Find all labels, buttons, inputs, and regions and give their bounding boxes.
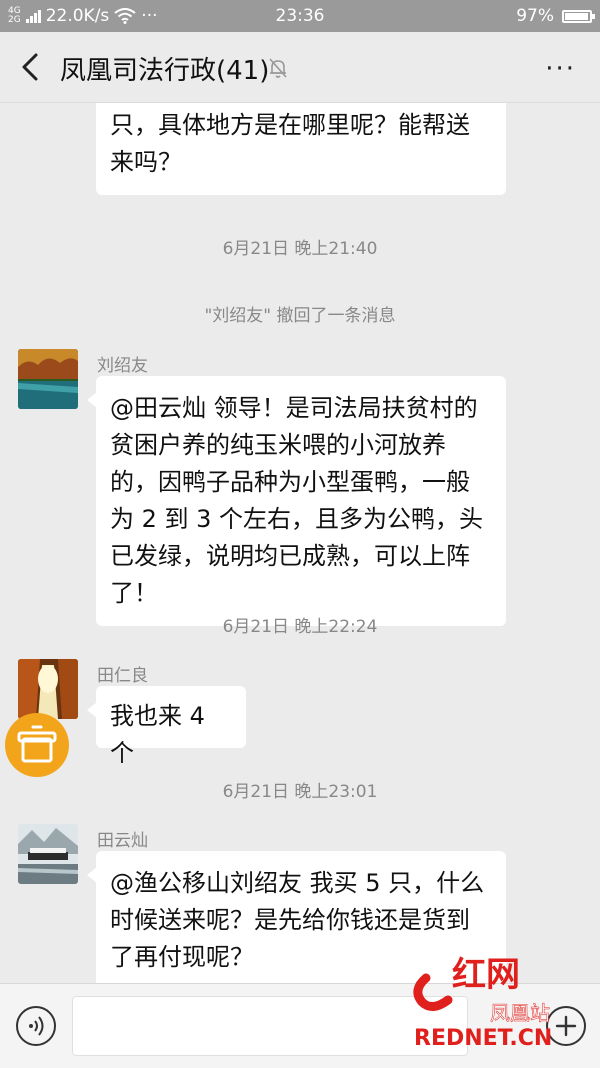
chat-title: 凤凰司法行政(41) [60, 56, 270, 86]
watermark-domain: REDNET.CN [414, 1026, 552, 1050]
avatar-image-river [18, 349, 78, 409]
timestamp: 6月21日 晚上23:01 [222, 782, 378, 802]
avatar-image-snow-village [18, 824, 78, 884]
timestamp: 6月21日 晚上21:40 [222, 239, 378, 259]
avatar-image-waterfall [18, 659, 78, 719]
sender-name: 田云灿 [97, 831, 148, 851]
recall-notice: "刘绍友" 撤回了一条消息 [204, 306, 396, 326]
avatar[interactable] [18, 659, 78, 719]
timestamp: 6月21日 晚上22:24 [222, 617, 378, 637]
box-icon [17, 725, 57, 763]
message-text: 我也来 4 个 [110, 702, 205, 767]
avatar[interactable] [18, 824, 78, 884]
back-arrow-icon[interactable] [18, 52, 46, 82]
sender-name: 刘绍友 [97, 356, 148, 376]
floating-box-button[interactable] [5, 713, 69, 777]
rednet-watermark-logo: 红网 凤凰站 REDNET.CN [413, 955, 552, 1050]
voice-wave-icon [29, 1016, 44, 1036]
mute-bell-icon [269, 58, 287, 78]
status-bar: 4G 2G 22.0K/s ··· 23:36 97% [0, 0, 600, 32]
message-bubble[interactable]: 我也来 4 个 [87, 686, 246, 767]
sender-name: 田仁良 [97, 666, 148, 686]
battery-percent: 97% [516, 6, 554, 26]
status-time: 23:36 [275, 6, 325, 26]
message-text: @田云灿 领导！是司法局扶贫村的贫困户养的纯玉米喂的小河放养的，因鸭子品种为小型… [110, 394, 484, 607]
message-bubble[interactable]: 只，具体地方是在哪里呢？能帮送来吗？ [96, 103, 506, 195]
avatar[interactable] [18, 349, 78, 409]
battery-fill [565, 12, 588, 20]
watermark-brand: 红网 [452, 955, 520, 995]
chat-header: 凤凰司法行政(41) ··· [0, 32, 600, 103]
message-list[interactable]: 只，具体地方是在哪里呢？能帮送来吗？ 6月21日 晚上21:40 "刘绍友" 撤… [0, 103, 600, 983]
message-bubble[interactable]: @田云灿 领导！是司法局扶贫村的贫困户养的纯玉米喂的小河放养的，因鸭子品种为小型… [87, 376, 506, 626]
battery-icon [562, 9, 595, 23]
voice-input-button[interactable] [16, 1006, 56, 1046]
status-right: 97% [516, 6, 595, 26]
message-text: 只，具体地方是在哪里呢？能帮送来吗？ [110, 111, 470, 176]
watermark-station: 凤凰站 [490, 1001, 550, 1025]
more-options-button[interactable]: ··· [545, 54, 576, 84]
